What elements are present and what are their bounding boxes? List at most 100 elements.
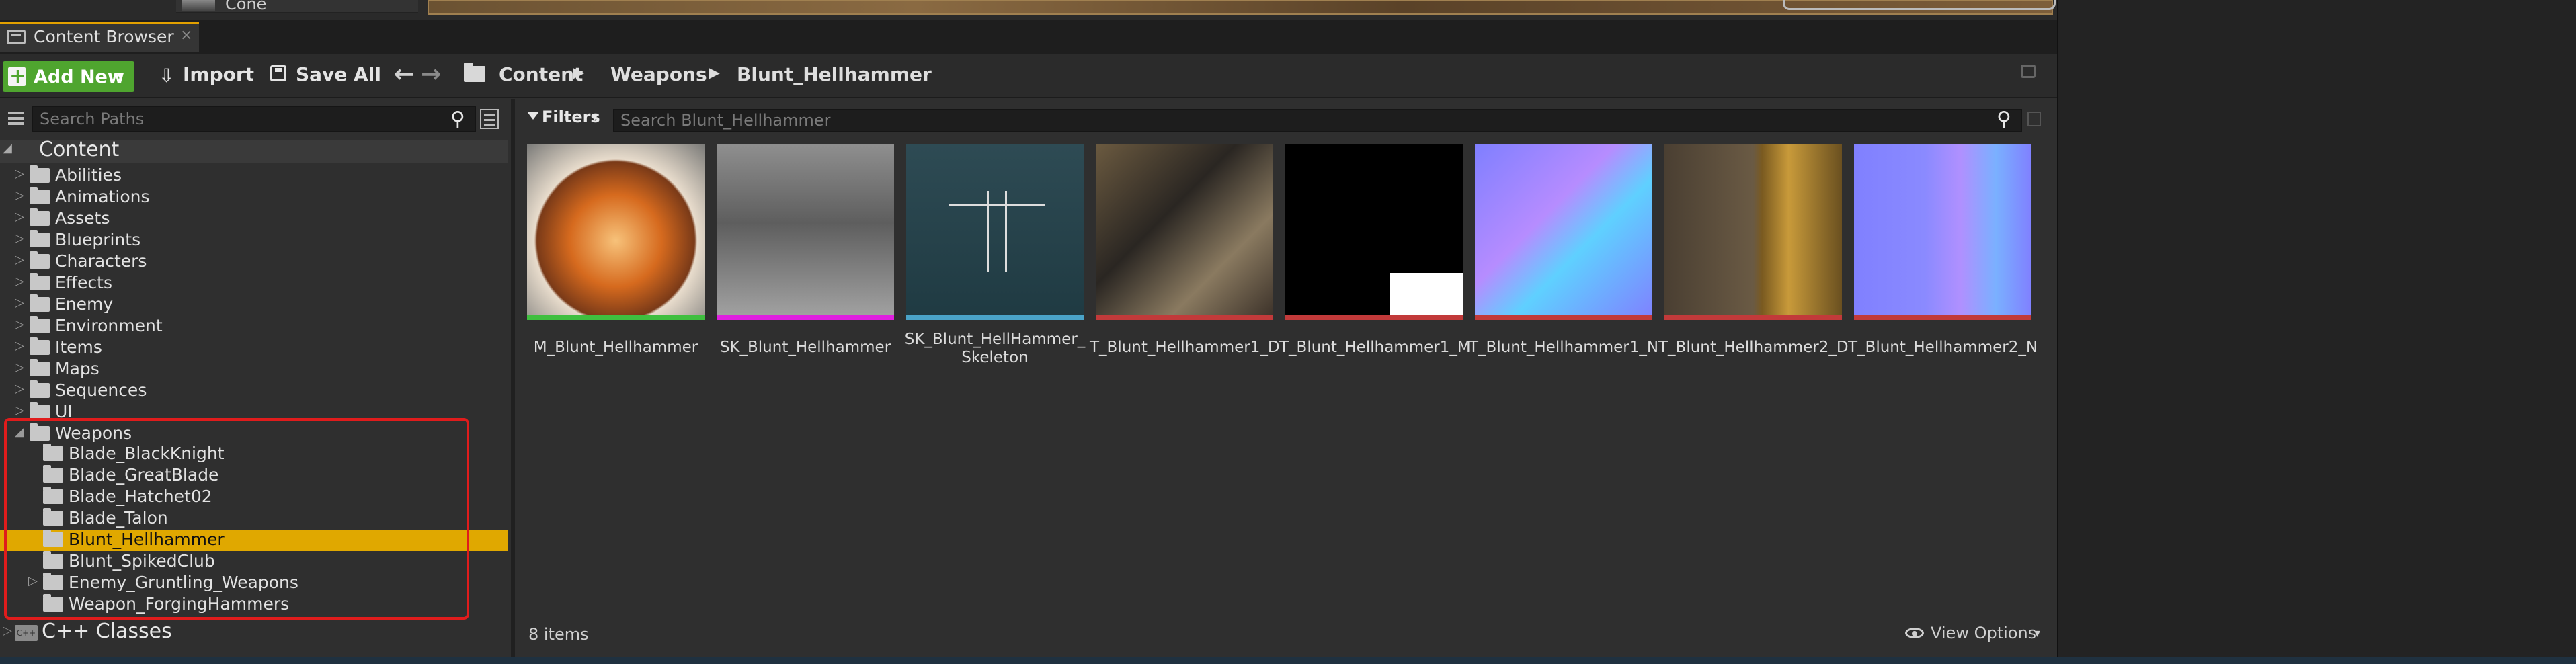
tree-item[interactable]: ▷ Animations (0, 187, 508, 208)
breadcrumb-separator-icon[interactable]: ▶ (573, 65, 584, 81)
tree-item[interactable]: ▷ Items (0, 337, 508, 359)
asset-name: T_Blunt_Hellhammer1_D (1090, 339, 1280, 356)
view-list-icon[interactable] (480, 109, 499, 129)
chevron-down-icon: ▾ (592, 110, 598, 124)
asset-name: M_Blunt_Hellhammer (533, 339, 698, 356)
expand-arrow-icon[interactable]: ▷ (15, 167, 24, 181)
asset-name: SK_Blunt_HellHammer_ Skeleton (904, 331, 1086, 366)
folder-icon[interactable] (464, 63, 485, 82)
tree-item-label: Blueprints (55, 230, 141, 249)
close-icon[interactable]: × (180, 27, 192, 44)
chevron-down-icon: ▾ (117, 67, 124, 83)
save-all-button[interactable]: Save All (296, 63, 381, 85)
cpp-folder-icon: C++ (15, 625, 38, 641)
tree-item-label: Assets (55, 208, 110, 228)
save-icon[interactable] (270, 65, 286, 81)
search-icon: ⚲ (450, 108, 465, 131)
cone-thumbnail (182, 0, 215, 11)
expand-arrow-icon[interactable]: ▷ (15, 188, 24, 202)
asset-type-bar (1475, 315, 1652, 320)
breadcrumb-current[interactable]: Blunt_Hellhammer (737, 63, 932, 85)
asset-type-bar (1096, 315, 1273, 320)
tree-item[interactable]: ▷ Abilities (0, 165, 508, 187)
expand-arrow-icon[interactable]: ▷ (15, 339, 24, 353)
eye-icon[interactable] (1905, 628, 1924, 638)
save-search-icon[interactable] (2027, 112, 2041, 126)
tree-item[interactable]: ▷ Maps (0, 359, 508, 380)
import-icon[interactable]: ⇩ (159, 65, 174, 87)
expand-arrow-icon[interactable]: ▷ (15, 253, 24, 267)
asset-type-bar (1854, 315, 2031, 320)
folder-icon (30, 187, 50, 204)
tree-item[interactable]: ▷ Assets (0, 208, 508, 230)
chevron-down-icon: ▾ (2034, 626, 2041, 640)
tree-item-label: Enemy (55, 294, 114, 314)
folder-icon (30, 273, 50, 290)
folder-icon (30, 402, 50, 419)
asset-tile[interactable] (906, 144, 1084, 320)
tree-item[interactable]: ▷ Effects (0, 273, 508, 294)
tree-item[interactable]: ▷ Characters (0, 251, 508, 273)
expand-arrow-icon[interactable]: ▷ (15, 296, 24, 310)
forward-arrow-icon[interactable]: → (421, 60, 441, 88)
tree-item-label: Items (55, 337, 102, 357)
tree-item[interactable]: ▷ Environment (0, 316, 508, 337)
lock-icon[interactable] (2021, 65, 2036, 78)
folder-icon (30, 208, 50, 226)
skeleton-arms (949, 204, 1045, 206)
folder-icon (30, 294, 50, 312)
expand-arrow-icon[interactable]: ▷ (15, 360, 24, 374)
tree-item[interactable]: ▷ Blueprints (0, 230, 508, 251)
expand-arrow-icon[interactable]: ▷ (15, 231, 24, 245)
tree-item[interactable]: ▷ Enemy (0, 294, 508, 316)
asset-type-bar (527, 315, 705, 320)
tree-item[interactable]: ▷ Sequences (0, 380, 508, 402)
asset-name: T_Blunt_Hellhammer2_N (1848, 339, 2038, 356)
asset-tile[interactable] (1854, 144, 2031, 320)
tree-root-label: Content (39, 138, 120, 161)
breadcrumb-separator-icon[interactable]: ▶ (709, 65, 720, 81)
highlight-annotation (4, 418, 469, 620)
tree-cpp-classes[interactable]: C++ Classes (42, 620, 172, 643)
search-icon: ⚲ (1997, 108, 2011, 131)
expand-arrow-icon[interactable]: ▷ (15, 382, 24, 396)
asset-type-bar (1664, 315, 1842, 320)
skeleton-preview (949, 191, 1045, 272)
expand-arrow-icon[interactable]: ▷ (15, 210, 24, 224)
add-icon (8, 65, 26, 88)
search-paths-input[interactable] (32, 106, 476, 132)
asset-tile[interactable] (1285, 144, 1463, 320)
expand-arrow-icon[interactable]: ▷ (3, 624, 12, 638)
tree-item-label: Maps (55, 359, 99, 378)
folder-icon (30, 230, 50, 247)
tab-label: Content Browser (34, 27, 174, 46)
asset-name: T_Blunt_Hellhammer1_M (1279, 339, 1471, 356)
asset-tile[interactable] (1096, 144, 1273, 320)
tree-item-label: Animations (55, 187, 150, 206)
folder-icon (30, 165, 50, 183)
details-panel (2057, 0, 2576, 664)
asset-name: T_Blunt_Hellhammer1_N (1469, 339, 1659, 356)
expand-arrow-icon[interactable]: ▷ (15, 274, 24, 288)
view-options-button[interactable]: View Options (1931, 624, 2036, 642)
asset-tile[interactable] (717, 144, 894, 320)
content-browser-icon (7, 30, 26, 44)
toggle-sources-icon[interactable] (3, 109, 27, 129)
asset-tile[interactable] (1475, 144, 1652, 320)
asset-type-bar (1285, 315, 1463, 320)
asset-name: SK_Blunt_Hellhammer (719, 339, 891, 356)
collapse-arrow-icon[interactable]: ◢ (3, 141, 12, 155)
tree-item-label: Characters (55, 251, 147, 271)
back-arrow-icon[interactable]: ← (394, 60, 414, 88)
asset-tile[interactable] (1664, 144, 1842, 320)
folder-icon (30, 251, 50, 269)
expand-arrow-icon[interactable]: ▷ (15, 403, 24, 417)
asset-name: T_Blunt_Hellhammer2_D (1658, 339, 1849, 356)
import-button[interactable]: Import (183, 63, 254, 85)
breadcrumb-content[interactable]: Content (499, 63, 583, 85)
expand-arrow-icon[interactable]: ▷ (15, 317, 24, 331)
asset-tile[interactable] (527, 144, 705, 320)
breadcrumb-weapons[interactable]: Weapons (610, 63, 707, 85)
asset-search-input[interactable] (613, 109, 2022, 132)
outliner-item-label: Cone (225, 0, 267, 13)
